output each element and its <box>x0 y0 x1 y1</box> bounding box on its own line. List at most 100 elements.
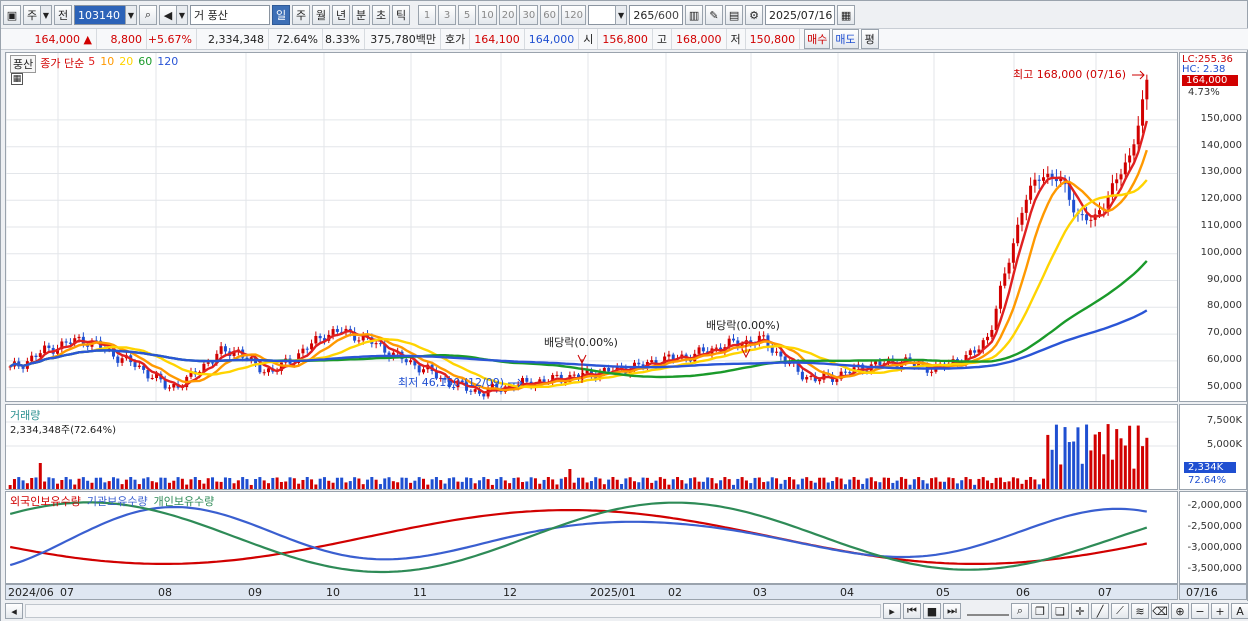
interval-tab-60[interactable]: 60 <box>540 5 559 25</box>
last-page-icon[interactable]: ⏭ <box>943 603 961 619</box>
gear-icon[interactable]: ⚙ <box>745 5 764 25</box>
interval-tab-20[interactable]: 20 <box>498 5 518 25</box>
first-page-icon[interactable]: ⏮ <box>903 603 921 619</box>
calendar-icon[interactable]: ▦ <box>837 5 856 25</box>
interval-input[interactable] <box>588 5 617 25</box>
prev-button[interactable]: 전 <box>54 5 72 25</box>
interval-tab-120[interactable]: 120 <box>560 5 587 25</box>
high-annotation: 최고 168,000 (07/16) <box>1013 68 1126 81</box>
candle-body <box>1011 243 1015 263</box>
date-field[interactable]: 2025/07/16 <box>765 5 836 25</box>
volume-bar <box>637 482 641 489</box>
period-tab-6[interactable]: 틱 <box>392 5 410 25</box>
scrollbar[interactable]: ◂ ▸ ⏮ ■ ⏭ ⌕ ❐ ❏ ✛ ╱ ⟋ ≋ ⌫ ⊕ − + A <box>1 601 1248 621</box>
chevron-down-icon[interactable]: ▼ <box>125 5 137 25</box>
erase-icon[interactable]: ⌫ <box>1151 603 1169 619</box>
period-tab-4[interactable]: 분 <box>352 5 370 25</box>
period-tab-2[interactable]: 월 <box>312 5 330 25</box>
stock-name: 풍산 <box>207 9 228 22</box>
holdings-chart[interactable]: 외국인보유수량 기관보유수량 개인보유수량 <box>5 491 1178 584</box>
candle-style-icon[interactable]: ▥ <box>685 5 704 25</box>
eval-button[interactable]: 평 <box>860 29 879 49</box>
volume-chart[interactable]: 거래량 2,334,348주(72.64%) <box>5 404 1178 490</box>
zoom-search-icon[interactable]: ⌕ <box>1011 603 1029 619</box>
font-icon[interactable]: A <box>1231 603 1248 619</box>
candle-body <box>572 374 576 376</box>
volume-bar <box>521 482 525 489</box>
trend-icon[interactable]: ⟋ <box>1111 603 1129 619</box>
screen-icon[interactable]: ▣ <box>3 5 21 25</box>
volume-bar <box>572 482 576 489</box>
interval-tab-3[interactable]: 3 <box>438 5 456 25</box>
ma-line-10 <box>9 149 1148 392</box>
volume-bar <box>90 482 94 489</box>
zoom-slider[interactable] <box>967 606 1009 616</box>
candle-body <box>1033 179 1037 186</box>
volume-bar <box>68 479 72 489</box>
minus-icon[interactable]: − <box>1191 603 1209 619</box>
volume-bar <box>792 479 796 489</box>
volume-bar <box>796 484 800 489</box>
volume-ratio: 72.64% <box>269 29 323 49</box>
save-icon[interactable]: ▤ <box>725 5 744 25</box>
date-tick: 05 <box>936 586 950 599</box>
volume-bar <box>482 477 486 489</box>
holdings-legend-item[interactable]: 개인보유수량 <box>154 493 215 509</box>
chevron-down-icon[interactable]: ▼ <box>40 5 52 25</box>
chevron-down-icon[interactable]: ▼ <box>615 5 628 25</box>
stock-name-field[interactable]: 거 풍산 <box>190 5 270 25</box>
period-tab-0[interactable]: 일 <box>272 5 290 25</box>
volume-bar <box>1132 468 1136 489</box>
draw-tool-icon[interactable]: ✎ <box>705 5 724 25</box>
paste-icon[interactable]: ❏ <box>1051 603 1069 619</box>
volume-bar <box>826 482 830 489</box>
volume-bar <box>1123 445 1127 489</box>
scroll-left-icon[interactable]: ◂ <box>5 603 23 619</box>
stock-code-input[interactable]: 103140 <box>74 5 126 25</box>
legend-stock-name[interactable]: 풍산 <box>10 55 37 73</box>
table-toggle-icon[interactable]: ▦ <box>11 73 23 85</box>
volume-bar <box>241 477 245 489</box>
interval-tab-1[interactable]: 1 <box>418 5 436 25</box>
zoom-in-icon[interactable]: ⊕ <box>1171 603 1189 619</box>
scroll-track[interactable] <box>25 604 881 618</box>
buy-button[interactable]: 매수 <box>804 29 831 49</box>
ma-legend-20[interactable]: 20 <box>119 55 133 73</box>
fib-icon[interactable]: ≋ <box>1131 603 1149 619</box>
copy-icon[interactable]: ❐ <box>1031 603 1049 619</box>
interval-tab-5[interactable]: 5 <box>458 5 476 25</box>
ma-legend-120[interactable]: 120 <box>157 55 178 73</box>
search-icon[interactable]: ⌕ <box>139 5 157 25</box>
ma-legend-10[interactable]: 10 <box>100 55 114 73</box>
volume-bar <box>736 478 740 489</box>
holdings-legend-item[interactable]: 외국인보유수량 <box>10 493 81 509</box>
crosshair-icon[interactable]: ✛ <box>1071 603 1089 619</box>
candle-body <box>990 329 994 337</box>
plus-icon[interactable]: + <box>1211 603 1229 619</box>
volume-bar <box>64 477 68 489</box>
change-pct: +5.67% <box>147 29 197 49</box>
period-tab-1[interactable]: 주 <box>292 5 310 25</box>
scroll-right-icon[interactable]: ▸ <box>883 603 901 619</box>
price-chart[interactable]: 최고 168,000 (07/16) 최저 46,150 (12/09) 배당락(0… <box>5 52 1178 402</box>
date-tick: 07 <box>1098 586 1112 599</box>
interval-tab-10[interactable]: 10 <box>478 5 497 25</box>
period-tab-5[interactable]: 초 <box>372 5 390 25</box>
count-field[interactable]: 265/600 <box>629 5 684 25</box>
stop-icon[interactable]: ■ <box>923 603 941 619</box>
market-select[interactable]: 주 <box>23 5 41 25</box>
ma-legend-5[interactable]: 5 <box>88 55 95 73</box>
ma-legend-60[interactable]: 60 <box>138 55 152 73</box>
interval-tab-30[interactable]: 30 <box>519 5 539 25</box>
candle-body <box>305 348 309 350</box>
volume-bar <box>538 483 542 489</box>
sell-button[interactable]: 매도 <box>832 29 859 49</box>
chevron-down-icon[interactable]: ▼ <box>176 5 188 25</box>
line-icon[interactable]: ╱ <box>1091 603 1109 619</box>
low-label: 저 <box>727 29 746 49</box>
period-tab-3[interactable]: 년 <box>332 5 350 25</box>
volume-bar <box>370 477 374 489</box>
speaker-icon[interactable]: ◀ <box>159 5 177 25</box>
candle-body <box>818 379 822 382</box>
holdings-legend-item[interactable]: 기관보유수량 <box>87 493 148 509</box>
